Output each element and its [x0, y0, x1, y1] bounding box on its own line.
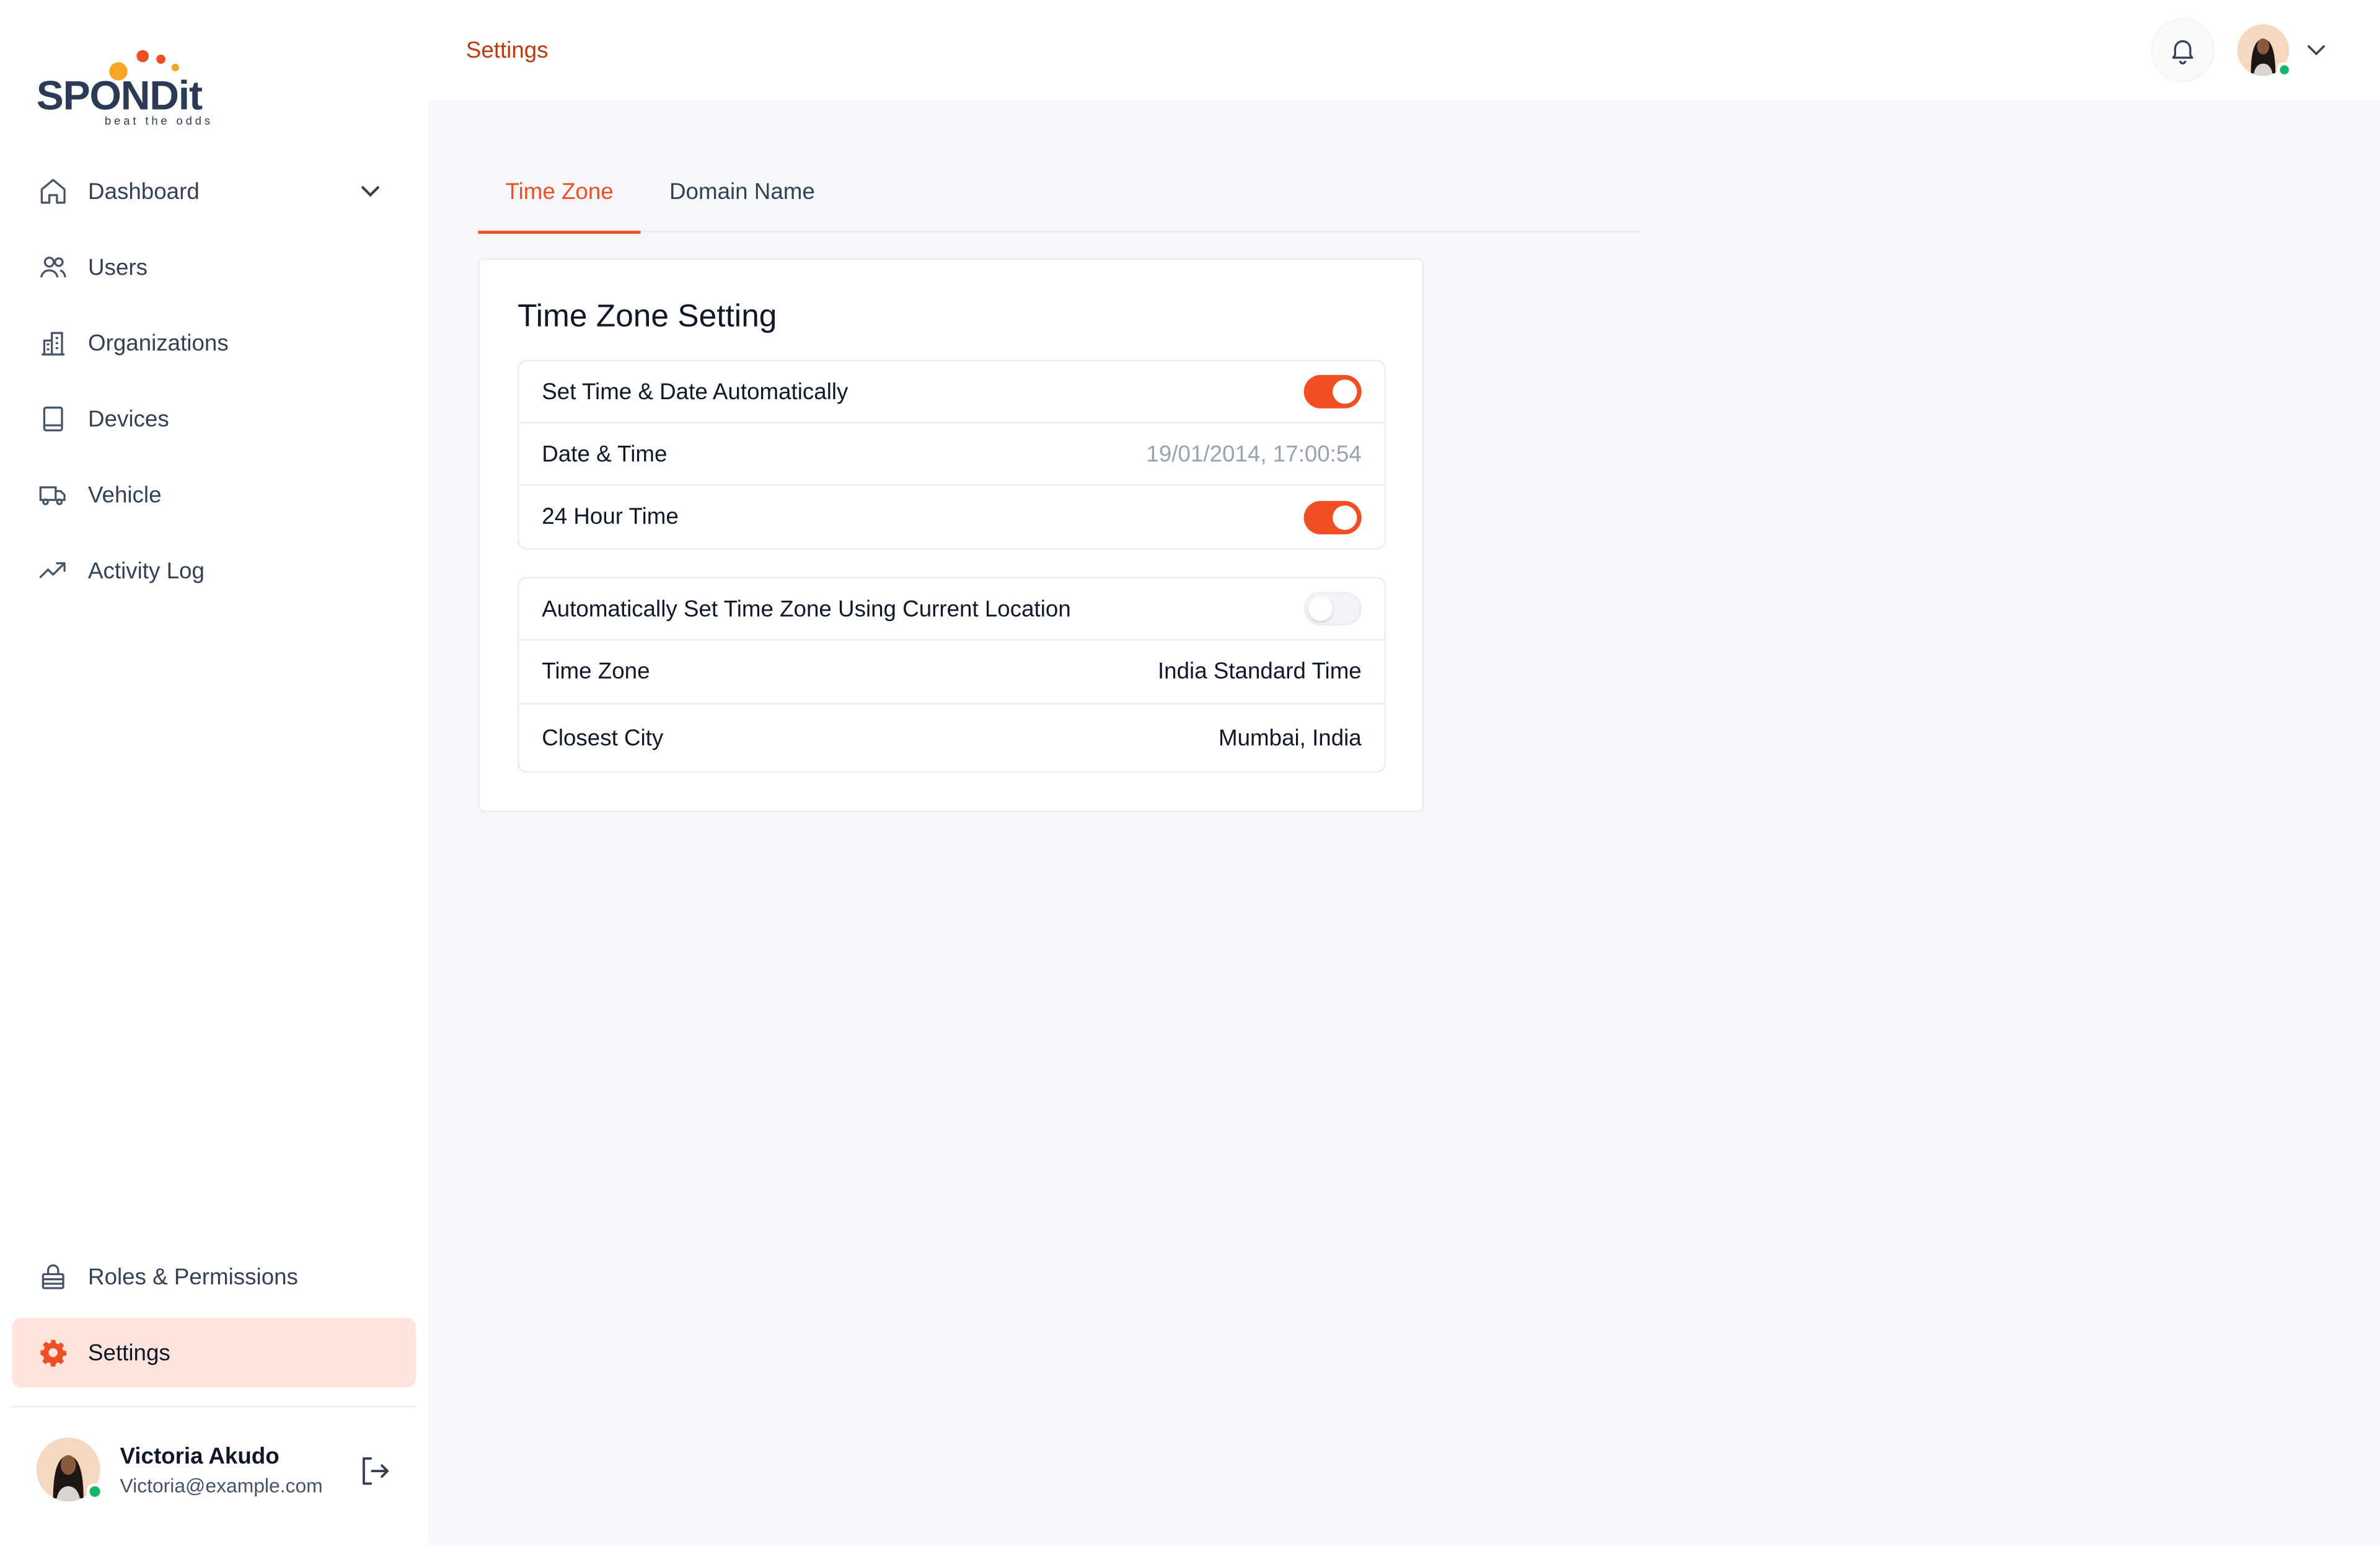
sidebar-item-label: Devices: [88, 406, 169, 432]
sidebar-item-dashboard[interactable]: Dashboard: [12, 156, 416, 226]
breadcrumb[interactable]: Settings: [466, 38, 549, 64]
setting-row-auto-time-zone: Automatically Set Time Zone Using Curren…: [519, 578, 1385, 641]
chevron-down-icon[interactable]: [355, 176, 386, 206]
setting-row-closest-city: Closest City Mumbai, India: [519, 704, 1385, 771]
app-root: SPONDit beat the odds Dashboard Users Or…: [0, 0, 2380, 1546]
setting-row-time-zone: Time Zone India Standard Time: [519, 640, 1385, 705]
sidebar-item-devices[interactable]: Devices: [12, 384, 416, 454]
user-profile: Victoria Akudo Victoria@example.com: [36, 1438, 416, 1504]
setting-row-24-hour: 24 Hour Time: [519, 486, 1385, 548]
sidebar-item-organizations[interactable]: Organizations: [12, 308, 416, 378]
main-content: Time Zone Domain Name Time Zone Setting …: [428, 100, 2380, 1546]
sidebar-item-label: Activity Log: [88, 558, 205, 584]
trend-icon: [37, 554, 70, 588]
setting-label: 24 Hour Time: [542, 504, 679, 530]
sidebar-item-label: Dashboard: [88, 178, 200, 205]
sidebar-item-label: Organizations: [88, 330, 229, 356]
setting-label: Automatically Set Time Zone Using Curren…: [542, 596, 1071, 622]
sidebar-item-users[interactable]: Users: [12, 232, 416, 303]
setting-row-auto-time-date: Set Time & Date Automatically: [519, 361, 1385, 424]
lock-icon: [37, 1260, 70, 1294]
sidebar: SPONDit beat the odds Dashboard Users Or…: [0, 0, 428, 1546]
sidebar-item-label: Settings: [88, 1340, 170, 1366]
bell-icon: [2167, 35, 2198, 65]
gear-icon: [37, 1336, 70, 1369]
time-date-group: Set Time & Date Automatically Date & Tim…: [518, 360, 1386, 550]
tab-time-zone[interactable]: Time Zone: [478, 179, 641, 234]
sidebar-item-settings[interactable]: Settings: [12, 1317, 416, 1388]
sidebar-item-label: Users: [88, 254, 148, 280]
setting-label: Time Zone: [542, 658, 650, 685]
truck-icon: [37, 478, 70, 511]
auto-time-zone-toggle[interactable]: [1303, 592, 1362, 625]
sidebar-item-label: Vehicle: [88, 482, 162, 508]
top-header: Settings: [428, 0, 2380, 100]
time-zone-value[interactable]: India Standard Time: [1158, 659, 1362, 685]
sidebar-item-label: Roles & Permissions: [88, 1263, 298, 1290]
users-icon: [37, 250, 70, 284]
settings-tabs: Time Zone Domain Name: [478, 161, 1641, 234]
user-name: Victoria Akudo: [120, 1443, 280, 1470]
logo-dot: [171, 63, 179, 72]
24-hour-toggle[interactable]: [1303, 500, 1362, 534]
setting-row-date-time: Date & Time 19/01/2014, 17:00:54: [519, 423, 1385, 486]
building-icon: [37, 327, 70, 360]
user-email: Victoria@example.com: [120, 1473, 323, 1497]
logo-tagline: beat the odds: [104, 113, 214, 128]
logout-icon[interactable]: [358, 1454, 392, 1488]
header-avatar[interactable]: [2237, 24, 2292, 77]
avatar[interactable]: [36, 1438, 104, 1502]
brand-logo[interactable]: SPONDit beat the odds: [37, 45, 219, 133]
time-zone-card: Time Zone Setting Set Time & Date Automa…: [478, 258, 1424, 813]
logo-wordmark: SPONDit: [36, 73, 203, 119]
setting-label: Set Time & Date Automatically: [542, 379, 848, 405]
setting-label: Date & Time: [542, 441, 668, 467]
tablet-icon: [37, 402, 70, 436]
logo-dot: [156, 55, 165, 64]
auto-time-date-toggle[interactable]: [1303, 374, 1362, 409]
setting-label: Closest City: [542, 725, 664, 751]
tab-domain-name[interactable]: Domain Name: [669, 179, 815, 232]
notifications-button[interactable]: [2151, 18, 2215, 82]
card-title: Time Zone Setting: [518, 299, 777, 334]
sidebar-item-activity-log[interactable]: Activity Log: [12, 536, 416, 606]
date-time-value: 19/01/2014, 17:00:54: [1146, 441, 1362, 467]
sidebar-item-roles-permissions[interactable]: Roles & Permissions: [12, 1242, 416, 1312]
online-status-dot: [2276, 62, 2292, 77]
logo-dot: [136, 50, 149, 63]
home-icon: [37, 175, 70, 208]
sidebar-divider: [12, 1405, 416, 1408]
time-zone-group: Automatically Set Time Zone Using Curren…: [518, 576, 1386, 773]
chevron-down-icon[interactable]: [2301, 35, 2332, 65]
sidebar-item-vehicle[interactable]: Vehicle: [12, 460, 416, 530]
closest-city-value[interactable]: Mumbai, India: [1219, 725, 1362, 751]
online-status-dot: [86, 1483, 104, 1500]
